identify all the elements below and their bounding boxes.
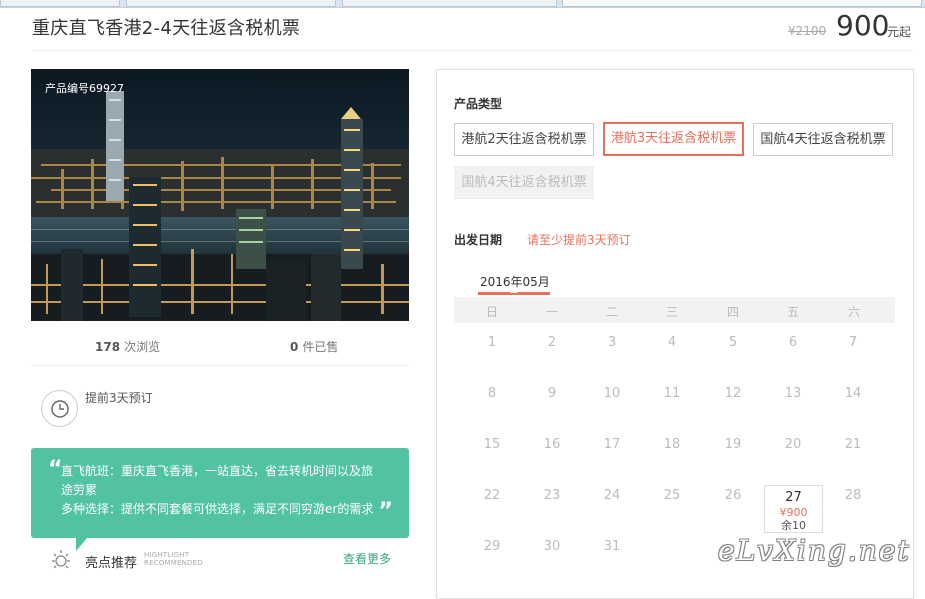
calendar-day: 12 [724, 386, 742, 401]
available-day-remaining: 余10 [781, 519, 806, 532]
available-day-price: ¥900 [779, 506, 808, 519]
calendar-day: 13 [784, 386, 802, 401]
calendar-day: 31 [603, 539, 621, 554]
calendar-day-available[interactable]: 27 ¥900 余10 [764, 485, 823, 533]
hong-kong-night-skyline-image [31, 69, 409, 321]
calendar-day: 28 [844, 488, 862, 503]
calendar-day: 7 [848, 335, 858, 350]
browser-tab-strip [0, 0, 925, 8]
product-stats: 178 次浏览 0 件已售 [31, 336, 409, 366]
calendar-day: 26 [724, 488, 742, 503]
current-price: 900 [836, 9, 890, 42]
highlights-en-line: HIGHTLIGHT [144, 551, 190, 559]
calendar-day: 17 [603, 437, 621, 452]
calendar-day: 20 [784, 437, 802, 452]
calendar-day: 14 [844, 386, 862, 401]
calendar-day: 23 [543, 488, 561, 503]
highlights-en-line: RECOMMENDED [144, 559, 203, 567]
product-photo[interactable]: 产品编号69927 [31, 69, 409, 321]
view-more-link[interactable]: 查看更多 [343, 550, 391, 567]
highlight-line: 直飞航班：重庆直飞香港，一站直达，省去转机时间以及旅途劳累 [61, 464, 374, 497]
calendar-day: 25 [663, 488, 681, 503]
price-unit: 元起 [887, 25, 912, 39]
product-title: 重庆直飞香港2-4天往返含税机票 [32, 18, 301, 39]
browser-tab[interactable] [126, 0, 336, 7]
calendar-day: 11 [663, 386, 681, 401]
browser-tab[interactable] [342, 0, 557, 7]
calendar-day: 5 [728, 335, 738, 350]
weekday-label: 三 [665, 305, 678, 319]
weekday-label: 二 [605, 305, 618, 319]
calendar-day: 16 [543, 437, 561, 452]
original-price: ¥2100 [788, 24, 827, 38]
speech-bubble-tail [76, 537, 88, 551]
highlights-title: 亮点推荐 [85, 556, 138, 571]
calendar-day: 6 [788, 335, 798, 350]
calendar-day: 2 [547, 335, 557, 350]
calendar-day: 1 [487, 335, 497, 350]
sold-count: 0 [290, 340, 299, 354]
close-quote-icon: ” [378, 499, 393, 524]
calendar-day: 18 [663, 437, 681, 452]
calendar-day: 8 [487, 386, 497, 401]
advance-booking-warning: 请至少提前3天预订 [527, 233, 631, 247]
available-day-number: 27 [785, 490, 802, 505]
calendar-month-tab[interactable]: 2016年05月 [480, 273, 550, 290]
sold-stat: 0 件已售 [290, 338, 338, 355]
sun-icon [52, 550, 70, 569]
calendar-day: 22 [483, 488, 501, 503]
calendar-day: 4 [667, 335, 677, 350]
advance-booking-note: 提前3天预订 [85, 391, 153, 405]
product-type-heading: 产品类型 [454, 97, 503, 111]
calendar-day: 9 [547, 386, 557, 401]
views-stat: 178 次浏览 [95, 338, 160, 355]
sold-label: 件已售 [302, 340, 339, 354]
views-label: 次浏览 [124, 340, 161, 354]
clock-icon [41, 390, 78, 427]
calendar-day: 29 [483, 539, 501, 554]
product-option-hk-2day[interactable]: 港航2天往返含税机票 [454, 123, 594, 156]
product-option-ca-4day-disabled: 国航4天往返含税机票 [454, 166, 594, 199]
weekday-label: 五 [786, 305, 799, 319]
calendar-day: 24 [603, 488, 621, 503]
calendar-day: 10 [603, 386, 621, 401]
product-option-ca-4day[interactable]: 国航4天往返含税机票 [753, 123, 893, 156]
highlight-line: 多种选择：提供不同套餐可供选择，满足不同穷游er的需求 [61, 502, 374, 516]
calendar-day: 19 [724, 437, 742, 452]
calendar-day: 21 [844, 437, 862, 452]
site-watermark: eLvXing.net [718, 534, 911, 567]
weekday-label: 一 [545, 305, 558, 319]
views-count: 178 [95, 340, 121, 354]
browser-tab-active[interactable] [562, 0, 922, 7]
weekday-label: 日 [485, 305, 498, 319]
highlights-english-label: HIGHTLIGHT RECOMMENDED [144, 551, 203, 567]
product-code: 产品编号69927 [45, 82, 124, 95]
calendar-day: 15 [483, 437, 501, 452]
title-divider [32, 50, 913, 51]
departure-date-heading: 出发日期 [454, 233, 503, 247]
product-option-hk-3day-selected[interactable]: 港航3天往返含税机票 [603, 122, 744, 156]
calendar-weekday-header: 日 一 二 三 四 五 六 [454, 297, 895, 323]
open-quote-icon: “ [48, 457, 63, 482]
month-tab-pointer [510, 289, 518, 293]
highlight-summary-box: “ 直飞航班：重庆直飞香港，一站直达，省去转机时间以及旅途劳累 多种选择：提供不… [31, 448, 409, 551]
weekday-label: 四 [726, 305, 739, 319]
weekday-label: 六 [847, 305, 860, 319]
calendar-day: 3 [607, 335, 617, 350]
browser-tab[interactable] [0, 0, 120, 7]
calendar-day: 30 [543, 539, 561, 554]
